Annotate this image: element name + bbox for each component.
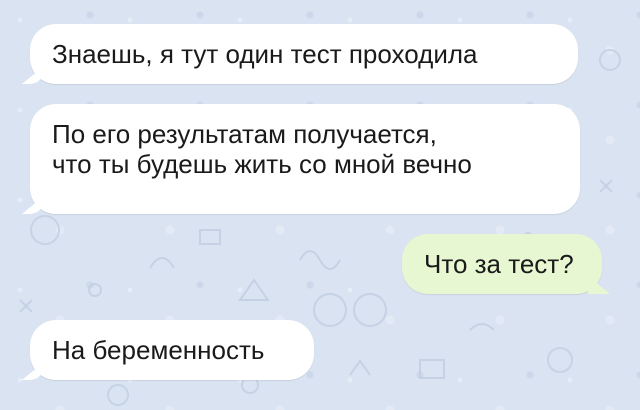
incoming-message-3[interactable]: На беременность (22, 320, 314, 380)
message-text-line-2: что ты будешь жить со мной вечно (52, 149, 472, 179)
incoming-message-2[interactable]: По его результатам получается, что ты бу… (22, 104, 580, 214)
incoming-message-1[interactable]: Знаешь, я тут один тест проходила (22, 24, 578, 84)
message-text-line-1: По его результатам получается, (52, 119, 437, 149)
message-text: Что за тест? (424, 249, 574, 279)
message-text: На беременность (52, 335, 265, 365)
outgoing-message-1[interactable]: Что за тест? (402, 234, 610, 294)
message-text: Знаешь, я тут один тест проходила (52, 39, 478, 69)
